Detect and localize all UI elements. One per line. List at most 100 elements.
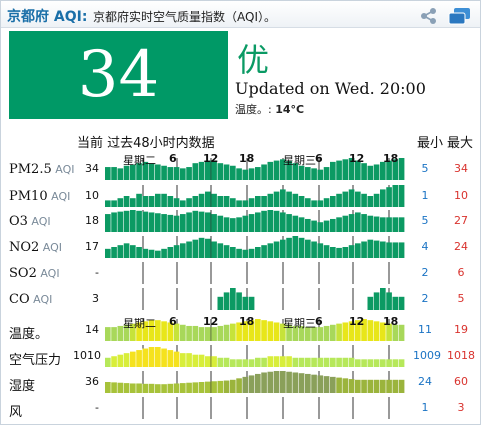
- sparkline-bar: [305, 218, 311, 232]
- sparkline-bar: [167, 350, 174, 367]
- sparkline-bar: [292, 215, 299, 232]
- sparkline-bar: [336, 193, 342, 207]
- sparkline-bar: [380, 189, 386, 207]
- sparkline-bar: [330, 196, 336, 207]
- row-name: 风: [9, 405, 23, 420]
- sparkline-bar: [130, 198, 136, 207]
- row-min-value: 2: [421, 266, 429, 279]
- table-row[interactable]: 风 - 1 3: [1, 395, 480, 421]
- widget-header: 京都府 AQI: 京都府实时空气质量指数（AQI）。: [1, 1, 480, 28]
- city-title[interactable]: 京都府 AQI:: [7, 6, 87, 26]
- sparkline-bar: [186, 198, 192, 207]
- sparkline-bar: [386, 292, 392, 310]
- sparkline-bar: [217, 357, 224, 367]
- row-unit: AQI: [36, 267, 60, 280]
- sparkline-bar: [123, 353, 130, 367]
- current-temperature: 温度。: 14°C: [235, 101, 304, 117]
- sparkline-bar: [342, 378, 349, 393]
- sparkline-bar: [398, 296, 405, 310]
- sparkline-bar: [211, 193, 217, 207]
- header-icons: [419, 5, 472, 25]
- sparkline-bar: [286, 214, 292, 232]
- sparkline-bar: [305, 357, 311, 367]
- sparkline-bar: [211, 356, 217, 367]
- sparkline-bar: [242, 215, 249, 232]
- sparkline-bar: [167, 383, 174, 393]
- row-min-value: 5: [421, 214, 429, 227]
- sparkline-bar: [373, 292, 380, 310]
- day_labels_1-label: 12: [203, 152, 219, 165]
- table-row[interactable]: O3 AQI 18 5 27: [1, 208, 480, 234]
- sparkline-bar: [311, 200, 317, 207]
- sparkline-bar: [361, 379, 367, 393]
- sparkline-bar: [367, 239, 374, 258]
- day_labels_1-label: 18: [239, 152, 255, 165]
- sparkline-bar: [111, 200, 117, 207]
- sparkline-bar: [255, 373, 261, 393]
- sparkline-bar: [123, 383, 130, 393]
- sparkline-bar: [123, 243, 130, 258]
- table-row[interactable]: PM10 AQI 10 1 10: [1, 183, 480, 209]
- sparkline-bar: [336, 357, 342, 367]
- sparkline-bar: [380, 379, 386, 393]
- sparkline-bar: [367, 296, 374, 310]
- table-row[interactable]: CO AQI 3 2 5: [1, 286, 480, 312]
- row-sparkline: [105, 236, 405, 258]
- sparkline-bar: [148, 347, 155, 367]
- day_labels_2: 星期二 6 12 18 星期三 6 12 18: [1, 315, 481, 331]
- sparkline-bar: [142, 383, 149, 393]
- sparkline-bar: [155, 347, 161, 367]
- sparkline-bar: [267, 356, 274, 367]
- sparkline-bar: [248, 214, 255, 232]
- sparkline-bar: [111, 247, 117, 258]
- day_labels_2-label: 星期二: [123, 317, 156, 330]
- sparkline-bar: [186, 353, 192, 367]
- sparkline-bar: [323, 198, 330, 207]
- sparkline-bar: [173, 198, 180, 207]
- sparkline-bar: [386, 359, 392, 367]
- sparkline-bar: [261, 245, 267, 258]
- table-row[interactable]: 空气压力 1010 1009 1018: [1, 343, 480, 369]
- sparkline-bar: [373, 240, 380, 258]
- day_labels_2-label: 6: [169, 315, 177, 328]
- sparkline-bar: [317, 375, 324, 393]
- row-sparkline: [142, 397, 390, 419]
- sparkline-bar: [380, 359, 386, 367]
- sparkline-bar: [311, 220, 317, 232]
- sparkline-bar: [217, 196, 224, 207]
- sparkline-bar: [386, 217, 392, 232]
- table-row[interactable]: 湿度 36 24 60: [1, 369, 480, 395]
- row-name: SO2: [9, 266, 37, 281]
- row-label: CO AQI: [9, 292, 52, 307]
- sparkline-bar: [111, 212, 117, 232]
- share-icon[interactable]: [419, 7, 439, 25]
- sparkline-bar: [342, 247, 349, 258]
- day_labels_2-label: 18: [239, 315, 255, 328]
- row-label: NO2 AQI: [9, 240, 62, 255]
- sparkline-bar: [248, 248, 255, 258]
- sparkline-bar: [236, 248, 242, 258]
- sparkline-bar: [242, 200, 249, 207]
- sparkline-bar: [130, 383, 136, 393]
- sparkline-bar: [186, 212, 192, 232]
- sparkline-bar: [236, 292, 242, 310]
- sparkline-bar: [361, 359, 367, 367]
- sparkline-bar: [136, 247, 142, 258]
- sparkline-bar: [348, 214, 355, 232]
- sparkline-bar: [173, 167, 180, 180]
- sparkline-bar: [317, 169, 324, 180]
- sparkline-bar: [180, 168, 186, 180]
- sparkline-bar: [273, 356, 280, 367]
- sparkline-bar: [105, 200, 111, 207]
- table-row[interactable]: NO2 AQI 17 4 24: [1, 234, 480, 260]
- row-unit: AQI: [27, 215, 51, 228]
- sparkline-bar: [380, 241, 386, 258]
- sparkline-bar: [130, 210, 136, 232]
- sparkline-bar: [255, 247, 261, 258]
- sparkline-bar: [142, 348, 149, 367]
- sparkline-bar: [230, 379, 236, 393]
- windows-icon[interactable]: [448, 7, 472, 25]
- sparkline-bar: [398, 217, 405, 232]
- row-max-value: 10: [454, 189, 468, 202]
- table-row[interactable]: SO2 AQI - 2 6: [1, 260, 480, 286]
